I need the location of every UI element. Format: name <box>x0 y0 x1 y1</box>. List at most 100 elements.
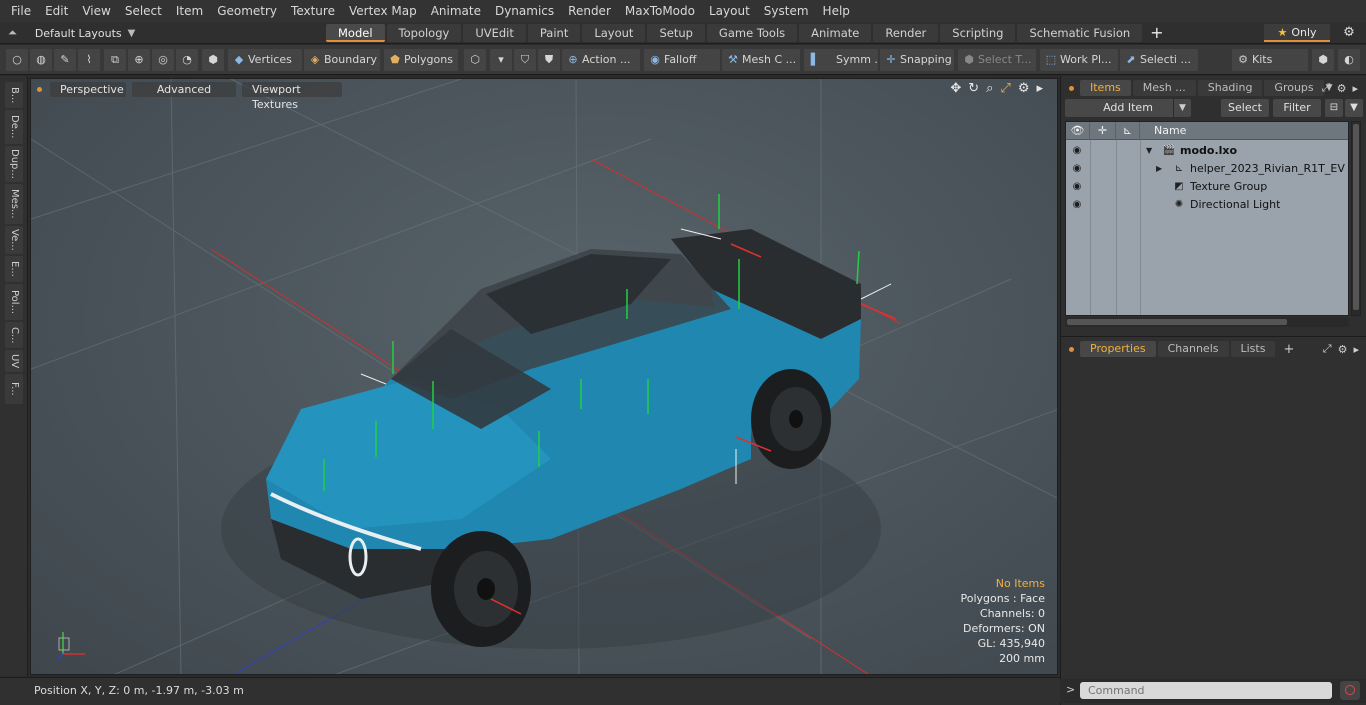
left-tab-uv[interactable]: UV <box>5 350 23 372</box>
default-layouts-dropdown[interactable]: ⏶ Default Layouts ▼ <box>8 22 135 44</box>
menu-item[interactable]: Item <box>169 0 210 22</box>
tab-animate[interactable]: Animate <box>799 24 872 42</box>
perspective-button[interactable]: Perspective <box>50 81 126 97</box>
gear-icon[interactable]: ⚙ <box>1340 24 1358 42</box>
menu-edit[interactable]: Edit <box>38 0 75 22</box>
tab-properties[interactable]: Properties <box>1080 341 1156 357</box>
tab-scripting[interactable]: Scripting <box>940 24 1016 42</box>
fit-view-icon[interactable]: ⤢ <box>1000 81 1010 96</box>
eye-icon[interactable]: ◉ <box>1070 162 1084 176</box>
menu-select[interactable]: Select <box>118 0 169 22</box>
globe-icon[interactable]: ◍ <box>30 49 52 71</box>
menu-render[interactable]: Render <box>561 0 618 22</box>
tab-groups[interactable]: Groups <box>1264 80 1324 96</box>
expand-triangle-icon[interactable]: ▼ <box>1146 142 1152 160</box>
chevron-down-icon[interactable]: ▾ <box>490 49 512 71</box>
tab-uvedit[interactable]: UVEdit <box>463 24 526 42</box>
filter-funnel-icon[interactable]: ▼ <box>1345 99 1363 117</box>
tab-mesh[interactable]: Mesh ... <box>1132 80 1196 96</box>
tab-paint[interactable]: Paint <box>527 24 581 42</box>
select-through-button[interactable]: ⬢ Select T... <box>958 49 1036 71</box>
symmetry-shield-icon[interactable]: ⛉ <box>514 49 536 71</box>
items-panel-dot[interactable] <box>1069 85 1074 91</box>
falloff-button[interactable]: ◉ Falloff <box>644 49 720 71</box>
rotate-view-icon[interactable]: ↻ <box>968 81 979 96</box>
eye-icon[interactable]: ◉ <box>1070 198 1084 212</box>
lock-column-icon[interactable]: ✛ <box>1090 122 1116 140</box>
cube-icon[interactable]: ⬢ <box>1312 49 1334 71</box>
action-center-button[interactable]: ⊕ Action ... <box>562 49 640 71</box>
polygons-button[interactable]: ⬟ Polygons <box>384 49 458 71</box>
tab-schematic-fusion[interactable]: Schematic Fusion <box>1017 24 1143 42</box>
material-mode-icon[interactable]: ⬡ <box>464 49 486 71</box>
constraint-shield-icon[interactable]: ⛊ <box>538 49 560 71</box>
item-row-helper[interactable]: ◉ ▶ ⊾ helper_2023_Rivian_R1T_EV ... <box>1066 160 1348 178</box>
menu-view[interactable]: View <box>75 0 117 22</box>
left-tab-duplicate[interactable]: Dup... <box>5 146 23 182</box>
3d-viewport[interactable]: Perspective Advanced Viewport Textures ✥… <box>30 78 1058 675</box>
tab-layout[interactable]: Layout <box>582 24 646 42</box>
collapse-icon[interactable]: ⊟ <box>1325 99 1343 117</box>
only-toggle[interactable]: ★ Only <box>1264 24 1330 42</box>
add-tab-plus-icon[interactable]: + <box>1144 24 1169 42</box>
filter-button[interactable]: Filter <box>1273 99 1321 117</box>
eye-icon[interactable]: ◉ <box>1070 144 1084 158</box>
mesh-constraint-button[interactable]: ⚒ Mesh C ... <box>722 49 800 71</box>
select-button[interactable]: Select <box>1221 99 1269 117</box>
vertices-button[interactable]: ◆ Vertices <box>228 49 302 71</box>
brush-icon[interactable]: ⌇ <box>78 49 100 71</box>
left-tab-vertex[interactable]: Ve... <box>5 226 23 254</box>
left-tab-curve[interactable]: C... <box>5 322 23 348</box>
left-tab-fusion[interactable]: F... <box>5 374 23 404</box>
visibility-column-eye-icon[interactable]: 👁 <box>1066 122 1090 140</box>
item-row-scene[interactable]: ◉ ▼ 🎬 modo.lxo <box>1066 142 1348 160</box>
left-tab-deform[interactable]: De... <box>5 110 23 144</box>
menu-geometry[interactable]: Geometry <box>210 0 284 22</box>
element-icon[interactable]: ◎ <box>152 49 174 71</box>
chevron-down-icon[interactable]: ▼ <box>1173 99 1191 117</box>
menu-layout[interactable]: Layout <box>702 0 757 22</box>
group-icon[interactable]: ⧉ <box>104 49 126 71</box>
menu-help[interactable]: Help <box>816 0 857 22</box>
boundary-button[interactable]: ◈ Boundary <box>304 49 380 71</box>
kits-button[interactable]: ⚙ Kits <box>1232 49 1308 71</box>
panel-expand-icon[interactable]: ⤢ <box>1323 342 1332 356</box>
item-list-horizontal-scrollbar[interactable] <box>1065 317 1349 327</box>
tab-items[interactable]: Items <box>1080 80 1131 96</box>
item-list-vertical-scrollbar[interactable] <box>1351 121 1361 316</box>
eye-icon[interactable]: ◉ <box>1070 180 1084 194</box>
move-view-icon[interactable]: ✥ <box>950 81 961 96</box>
pivot-icon[interactable]: ◔ <box>176 49 198 71</box>
tab-lists[interactable]: Lists <box>1230 341 1276 357</box>
viewport-gear-icon[interactable]: ⚙ <box>1018 81 1030 96</box>
menu-file[interactable]: File <box>4 0 38 22</box>
name-column-header[interactable]: Name <box>1140 122 1348 140</box>
add-tab-plus-icon[interactable]: + <box>1283 342 1294 357</box>
add-item-button[interactable]: Add Item ▼ <box>1065 99 1191 117</box>
left-tab-edge[interactable]: E... <box>5 256 23 282</box>
viewport-menu-dot[interactable] <box>37 86 42 92</box>
tab-model[interactable]: Model <box>326 24 385 42</box>
menu-animate[interactable]: Animate <box>424 0 488 22</box>
menu-maxtomodo[interactable]: MaxToModo <box>618 0 702 22</box>
tab-topology[interactable]: Topology <box>386 24 462 42</box>
tab-channels[interactable]: Channels <box>1157 341 1229 357</box>
menu-dynamics[interactable]: Dynamics <box>488 0 561 22</box>
item-row-texture-group[interactable]: ◉ ◩ Texture Group <box>1066 178 1348 196</box>
left-tab-basic[interactable]: B... <box>5 82 23 108</box>
left-tab-mesh-edit[interactable]: Mes... <box>5 184 23 224</box>
viewport-textures-button[interactable]: Viewport Textures <box>242 81 342 111</box>
advanced-button[interactable]: Advanced <box>132 81 236 97</box>
properties-panel-dot[interactable] <box>1069 346 1074 352</box>
work-plane-button[interactable]: ⬚ Work Pl... <box>1040 49 1118 71</box>
selection-sets-button[interactable]: ⬈ Selecti ... <box>1120 49 1198 71</box>
snapping-button[interactable]: ✛ Snapping <box>880 49 954 71</box>
center-icon[interactable]: ⊕ <box>128 49 150 71</box>
tab-render[interactable]: Render <box>873 24 939 42</box>
panel-expand-icon[interactable]: ⤢ <box>1322 81 1331 95</box>
expand-triangle-icon[interactable]: ▶ <box>1156 160 1162 178</box>
menu-vertex-map[interactable]: Vertex Map <box>342 0 424 22</box>
unreal-icon[interactable]: ◐ <box>1338 49 1360 71</box>
panel-gear-icon[interactable]: ⚙ <box>1337 82 1347 95</box>
menu-texture[interactable]: Texture <box>284 0 342 22</box>
